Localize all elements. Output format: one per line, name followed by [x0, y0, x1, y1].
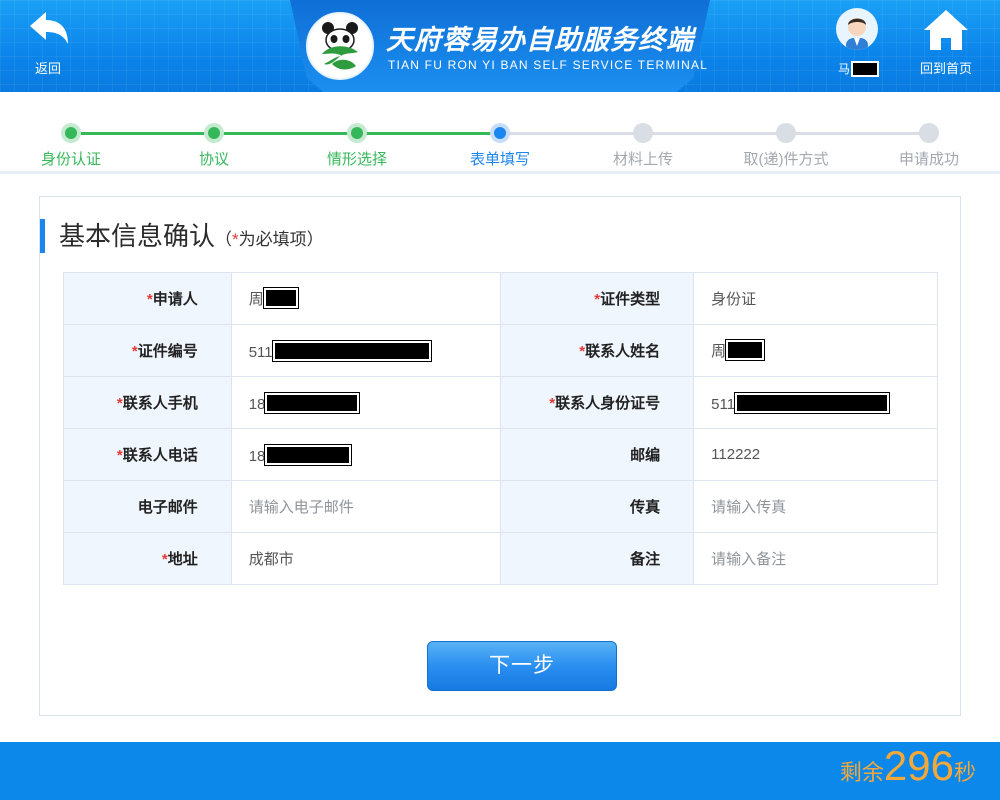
info-table: *申请人 周 *证件类型 身份证 *证件编号 511 *联系人姓名 周 *联系人… — [63, 272, 938, 585]
email-label: 电子邮件 — [63, 480, 232, 533]
contact-phone-label: *联系人电话 — [63, 428, 232, 481]
step-current-icon — [490, 123, 510, 143]
fax-field[interactable]: 请输入传真 — [693, 480, 938, 533]
terminal-subtitle: TIAN FU RON YI BAN SELF SERVICE TERMINAL — [388, 58, 709, 72]
step-label: 表单填写 — [469, 151, 530, 168]
redacted-block — [734, 391, 891, 414]
step-label: 身份认证 — [40, 151, 101, 168]
user-name: 马 — [838, 60, 880, 77]
step-todo-icon — [776, 123, 796, 143]
applicant-field[interactable]: 周 — [230, 272, 501, 325]
step-label: 取(递)件方式 — [743, 151, 829, 168]
step-label: 申请成功 — [898, 151, 959, 168]
terminal-title: 天府蓉易办自助服务终端 — [386, 25, 694, 55]
postcode-field[interactable]: 112222 — [693, 428, 938, 481]
home-icon — [924, 10, 968, 50]
redacted-block — [264, 391, 361, 414]
remark-field[interactable]: 请输入备注 — [693, 532, 938, 585]
fax-label: 传真 — [499, 480, 695, 533]
step-form: 表单填写 — [430, 92, 570, 174]
contact-phone-field[interactable]: 18 — [230, 428, 501, 481]
contact-name-field[interactable]: 周 — [693, 324, 938, 377]
page-title-text: 基本信息确认 — [59, 221, 216, 251]
redacted-block — [725, 339, 766, 361]
footer-bar: 剩余296秒 — [0, 742, 1000, 800]
step-todo-icon — [919, 123, 939, 143]
step-todo-icon — [633, 123, 653, 143]
contact-mobile-label: *联系人手机 — [63, 376, 232, 429]
step-done-icon — [347, 123, 367, 143]
contact-id-label: *联系人身份证号 — [499, 376, 695, 429]
step-done-icon — [61, 123, 81, 143]
next-step-button[interactable]: 下一步 — [427, 641, 617, 691]
contact-name-label: *联系人姓名 — [499, 324, 695, 377]
applicant-label: *申请人 — [63, 272, 232, 325]
home-label: 回到首页 — [919, 61, 972, 76]
back-label: 返回 — [34, 61, 61, 76]
id-number-label: *证件编号 — [63, 324, 232, 377]
remark-label: 备注 — [499, 532, 695, 585]
step-upload: 材料上传 — [573, 92, 713, 174]
step-done-icon — [204, 123, 224, 143]
step-situation: 情形选择 — [287, 92, 427, 174]
timer-seconds: 296 — [883, 742, 954, 789]
redacted-block — [851, 61, 880, 77]
step-delivery: 取(递)件方式 — [716, 92, 856, 174]
address-label: *地址 — [63, 532, 232, 585]
progress-steps: 身份认证 协议 情形选择 表单填写 材料上传 取(递)件方式 申请成功 — [0, 92, 1000, 174]
contact-id-field[interactable]: 511 — [693, 376, 938, 429]
email-field[interactable]: 请输入电子邮件 — [230, 480, 501, 533]
timer-suffix: 秒 — [953, 760, 976, 785]
id-type-label: *证件类型 — [499, 272, 695, 325]
contact-mobile-field[interactable]: 18 — [230, 376, 501, 429]
step-agreement: 协议 — [144, 92, 284, 174]
step-label: 材料上传 — [612, 151, 673, 168]
avatar — [836, 8, 878, 50]
step-label: 情形选择 — [326, 151, 387, 168]
table-row: *联系人手机 18 *联系人身份证号 511 — [63, 376, 938, 429]
back-arrow-icon — [30, 12, 68, 44]
step-identity: 身份认证 — [1, 92, 141, 174]
table-row: *联系人电话 18 邮编 112222 — [63, 428, 938, 481]
panda-logo-icon — [306, 12, 374, 80]
form-panel: 基本信息确认（*为必填项） *申请人 周 *证件类型 身份证 *证件编号 511… — [39, 196, 961, 716]
table-row: *申请人 周 *证件类型 身份证 — [63, 272, 938, 325]
user-name-text: 马 — [838, 62, 851, 76]
table-row: 电子邮件 请输入电子邮件 传真 请输入传真 — [63, 480, 938, 533]
id-number-field[interactable]: 511 — [230, 324, 501, 377]
countdown-timer: 剩余296秒 — [840, 742, 976, 800]
redacted-block — [264, 443, 353, 466]
address-field[interactable]: 成都市 — [230, 532, 501, 585]
id-type-field[interactable]: 身份证 — [693, 272, 938, 325]
header-bar: 返回 天府蓉易办自助服务终端 TIAN FU RON YI BAN SELF S… — [0, 0, 1000, 92]
postcode-label: 邮编 — [499, 428, 695, 481]
home-button[interactable]: 回到首页 — [910, 6, 982, 76]
back-button[interactable]: 返回 — [12, 6, 84, 76]
timer-prefix: 剩余 — [839, 760, 884, 785]
required-note: （*为必填项） — [215, 230, 324, 249]
redacted-block — [271, 339, 432, 362]
redacted-block — [262, 287, 299, 309]
table-row: *证件编号 511 *联系人姓名 周 — [63, 324, 938, 377]
page-title: 基本信息确认（*为必填项） — [40, 219, 324, 253]
user-profile[interactable]: 马 — [833, 8, 881, 77]
step-success: 申请成功 — [859, 92, 999, 174]
table-row: *地址 成都市 备注 请输入备注 — [63, 532, 938, 585]
step-label: 协议 — [198, 151, 229, 168]
